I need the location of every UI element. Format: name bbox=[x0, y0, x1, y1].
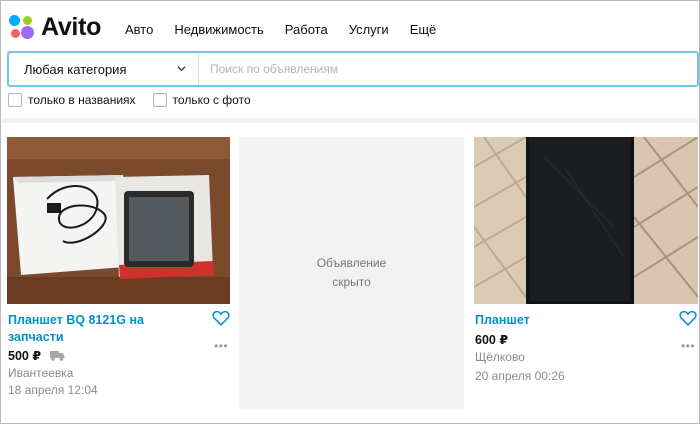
section-divider bbox=[2, 118, 698, 123]
listing-price: 500 ₽ bbox=[8, 349, 42, 363]
tablet-floor-photo-icon bbox=[474, 137, 698, 304]
hidden-listing: Объявление скрыто bbox=[239, 137, 464, 409]
listing-date: 20 апреля 00:26 bbox=[475, 369, 565, 383]
logo-dots-icon bbox=[7, 12, 37, 42]
listing-location: Щёлково bbox=[475, 350, 525, 364]
nav-item-auto[interactable]: Авто bbox=[125, 22, 153, 37]
hidden-listing-text: Объявление скрыто bbox=[316, 256, 387, 289]
main-nav: Авто Недвижимость Работа Услуги Ещё bbox=[125, 22, 457, 37]
nav-item-realty[interactable]: Недвижимость bbox=[174, 22, 263, 37]
more-dots-icon[interactable]: ••• bbox=[214, 339, 228, 353]
search-input[interactable] bbox=[199, 53, 697, 85]
logo-text: Avito bbox=[41, 12, 102, 41]
heart-outline-icon[interactable] bbox=[679, 310, 697, 327]
category-select[interactable]: Любая категория bbox=[9, 53, 199, 85]
with-photo-label: только с фото bbox=[172, 93, 251, 107]
chevron-down-icon bbox=[177, 66, 186, 72]
nav-item-jobs[interactable]: Работа bbox=[285, 22, 328, 37]
titles-only-label: только в названиях bbox=[28, 93, 136, 107]
listing-price: 600 ₽ bbox=[475, 333, 509, 347]
listing-photo[interactable] bbox=[7, 137, 230, 304]
category-select-value: Любая категория bbox=[24, 61, 127, 77]
listing-date: 18 апреля 12:04 bbox=[8, 383, 98, 397]
listing-title[interactable]: Планшет bbox=[475, 312, 530, 329]
filter-with-photo[interactable]: только с фото bbox=[152, 93, 251, 107]
listing-card[interactable]: Планшет BQ 8121G на запчасти 500 ₽ ••• И… bbox=[7, 137, 232, 397]
titles-only-checkbox[interactable] bbox=[8, 93, 22, 107]
search-filters: только в названиях только с фото bbox=[8, 93, 268, 107]
heart-outline-icon[interactable] bbox=[212, 310, 230, 327]
nav-item-more[interactable]: Ещё bbox=[410, 22, 437, 37]
listing-card[interactable]: Планшет 600 ₽ ••• Щёлково 20 апреля 00:2… bbox=[474, 137, 699, 383]
tablet-box-photo-icon bbox=[7, 137, 230, 304]
with-photo-checkbox[interactable] bbox=[152, 93, 167, 107]
listing-location: Ивантеевка bbox=[8, 366, 74, 380]
listing-title[interactable]: Планшет BQ 8121G на запчасти bbox=[8, 312, 198, 346]
avito-logo[interactable]: Avito bbox=[7, 12, 101, 42]
nav-item-services[interactable]: Услуги bbox=[349, 22, 389, 37]
truck-icon bbox=[50, 351, 65, 361]
filter-titles-only[interactable]: только в названиях bbox=[8, 93, 136, 107]
listing-photo[interactable] bbox=[474, 137, 698, 304]
search-bar: Любая категория bbox=[7, 51, 699, 87]
more-dots-icon[interactable]: ••• bbox=[681, 339, 695, 353]
